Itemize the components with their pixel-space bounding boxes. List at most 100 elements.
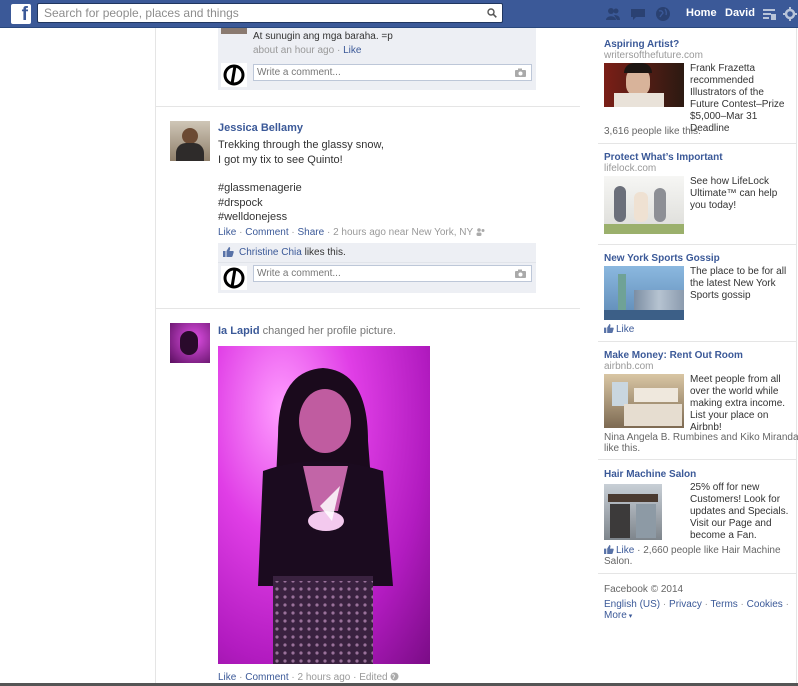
- footer-more[interactable]: More ▾: [604, 610, 632, 623]
- hashtag-link[interactable]: #drspock: [218, 196, 263, 210]
- ad-title-link[interactable]: Make Money: Rent Out Room: [604, 350, 743, 361]
- thumbs-up-icon: [604, 545, 614, 554]
- user-logo-icon: [223, 64, 245, 86]
- comment-time[interactable]: about an hour ago: [253, 45, 334, 56]
- edited-label[interactable]: Edited: [359, 672, 387, 683]
- footer-privacy-link[interactable]: Privacy: [669, 599, 702, 610]
- ad-social-text: 2,660 people like Hair Machine: [643, 545, 781, 556]
- post-timestamp[interactable]: 2 hours ago: [298, 672, 351, 683]
- comment-link[interactable]: Comment: [245, 672, 288, 683]
- footer-language-link[interactable]: English (US): [604, 599, 660, 610]
- like-link[interactable]: Like: [218, 227, 236, 238]
- comment-input[interactable]: Write a comment...: [253, 64, 532, 81]
- ad-image[interactable]: [604, 266, 684, 320]
- ad-body-text: Meet people from all over the world whil…: [690, 374, 786, 433]
- comment-like-link[interactable]: Like: [343, 45, 361, 56]
- ad-like-button[interactable]: Like: [604, 324, 634, 336]
- settings-gear-icon[interactable]: [782, 6, 798, 22]
- ad-title-link[interactable]: New York Sports Gossip: [604, 253, 720, 264]
- my-comment-avatar: [221, 63, 247, 87]
- post-timestamp[interactable]: 2 hours ago near New York, NY: [333, 227, 473, 238]
- comment-link[interactable]: Comment: [245, 227, 288, 238]
- post-text-line-1: Trekking through the glassy snow,: [218, 139, 384, 151]
- commenter-avatar[interactable]: [221, 28, 247, 34]
- search-icon[interactable]: [487, 8, 497, 18]
- ad-image[interactable]: [604, 63, 684, 107]
- ad-social-context: Salon.: [604, 556, 633, 567]
- ad-domain[interactable]: writersofthefuture.com: [604, 50, 703, 61]
- post-comments-box: Christine Chia likes this. Write a comme…: [218, 243, 536, 293]
- ad-social-context: 3,616 people like this.: [604, 126, 701, 137]
- ad-image[interactable]: [604, 374, 684, 428]
- hashtag-link[interactable]: #glassmenagerie: [218, 181, 302, 195]
- my-comment-avatar: [221, 266, 247, 290]
- post-author-name[interactable]: Jessica Bellamy: [218, 122, 303, 134]
- post-divider: [156, 106, 580, 107]
- ad-image[interactable]: [604, 484, 662, 540]
- friend-requests-icon[interactable]: [605, 6, 621, 22]
- search-input[interactable]: [38, 4, 478, 22]
- search-box[interactable]: [37, 3, 503, 23]
- privacy-shortcuts-icon[interactable]: [761, 6, 777, 22]
- footer-copyright: Facebook © 2014: [604, 584, 684, 595]
- ad-body-text: See how LifeLock Ultimate™ can help you …: [690, 176, 778, 211]
- ad-title-link[interactable]: Hair Machine Salon: [604, 469, 696, 480]
- facebook-logo-glyph: f: [21, 4, 28, 25]
- post-divider: [156, 308, 580, 309]
- ad-divider: [598, 459, 796, 460]
- jessica-bellamy-avatar[interactable]: [170, 121, 210, 161]
- liker-name-link[interactable]: Christine Chia: [239, 247, 302, 258]
- nav-profile-link[interactable]: David: [725, 7, 755, 19]
- post-action-text: changed her profile picture.: [262, 325, 396, 337]
- likes-summary: Christine Chia likes this.: [239, 247, 346, 258]
- footer-cookies-link[interactable]: Cookies: [747, 599, 783, 610]
- facebook-logo[interactable]: f: [11, 4, 31, 25]
- nav-home-link[interactable]: Home: [686, 7, 717, 19]
- ad-divider: [598, 244, 796, 245]
- comment-text: At sunugin ang mga baraha. =p: [253, 31, 393, 42]
- messages-icon[interactable]: [630, 6, 646, 22]
- share-link[interactable]: Share: [298, 227, 325, 238]
- ad-body-text: Frank Frazetta recommended Illustrators …: [690, 63, 785, 134]
- footer-terms-link[interactable]: Terms: [711, 599, 738, 610]
- ad-body-text: 25% off for new Customers! Look for upda…: [690, 482, 789, 541]
- friends-audience-icon[interactable]: [476, 228, 485, 236]
- ad-divider: [598, 143, 796, 144]
- footer-more-link[interactable]: More: [604, 610, 627, 621]
- thumbs-up-icon: [604, 324, 614, 333]
- camera-icon[interactable]: [515, 269, 526, 278]
- top-bar: f Home David: [0, 0, 798, 28]
- camera-icon[interactable]: [515, 68, 526, 77]
- comments-separator: [218, 262, 536, 263]
- post-text-line-2: I got my tix to see Quinto!: [218, 154, 343, 166]
- post-actions: Like · Comment · 2 hours ago · Edited: [218, 672, 399, 683]
- comment-input[interactable]: Write a comment...: [253, 265, 532, 282]
- ad-divider: [598, 573, 796, 574]
- ad-divider: [598, 341, 796, 342]
- ad-social-context: like this.: [604, 443, 641, 454]
- ad-title-link[interactable]: Aspiring Artist?: [604, 39, 679, 50]
- ad-like-label: Like: [616, 324, 635, 335]
- chevron-down-icon[interactable]: ▾: [627, 613, 633, 620]
- post-actions: Like · Comment · Share · 2 hours ago nea…: [218, 227, 485, 238]
- comment-meta: about an hour ago · Like: [253, 45, 362, 56]
- comment-input-placeholder: Write a comment...: [257, 268, 341, 279]
- ad-body-text: The place to be for all the latest New Y…: [690, 266, 787, 301]
- like-link[interactable]: Like: [218, 672, 236, 683]
- ad-domain[interactable]: airbnb.com: [604, 361, 653, 372]
- ad-image[interactable]: [604, 176, 684, 234]
- likes-this-text: likes this.: [304, 247, 346, 258]
- thumbs-up-icon: [223, 247, 234, 257]
- post-author-name[interactable]: Ia Lapid: [218, 325, 260, 337]
- ad-like-button[interactable]: Like: [604, 545, 634, 556]
- hashtag-link[interactable]: #welldonejess: [218, 210, 287, 224]
- notifications-globe-icon[interactable]: [655, 6, 671, 22]
- photo-subject: [258, 368, 393, 664]
- ia-lapid-avatar[interactable]: [170, 323, 210, 363]
- public-globe-icon[interactable]: [390, 672, 399, 681]
- profile-picture-photo[interactable]: [218, 346, 430, 664]
- feed-left-border: [155, 28, 156, 686]
- ad-like-label: Like: [616, 545, 635, 556]
- ad-domain[interactable]: lifelock.com: [604, 163, 656, 174]
- ad-title-link[interactable]: Protect What’s Important: [604, 152, 723, 163]
